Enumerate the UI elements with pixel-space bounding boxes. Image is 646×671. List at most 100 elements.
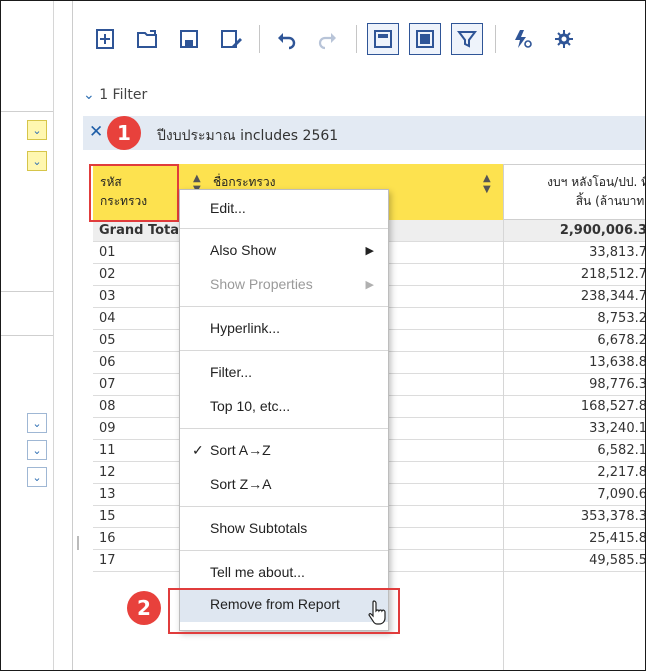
cell-code: Grand Tota — [99, 223, 179, 238]
cell-code: 03 — [99, 289, 116, 304]
prompt-dropdown-1[interactable]: ⌄ — [1, 120, 47, 142]
cell-value: 238,344.7 — [580, 289, 646, 304]
cell-code: 15 — [99, 509, 116, 524]
cell-code: 13 — [99, 487, 116, 502]
menu-separator — [180, 506, 388, 507]
cell-code: 04 — [99, 311, 116, 326]
cell-value: 353,378.3 — [580, 509, 646, 524]
save-button[interactable] — [173, 23, 205, 55]
remove-filter-icon[interactable]: ✕ — [89, 122, 103, 142]
cell-value: 25,415.8 — [589, 531, 646, 546]
prompt-dropdown-4[interactable]: ⌄ — [1, 440, 47, 462]
menu-item-sort-asc[interactable]: Sort A→Z — [210, 442, 271, 458]
submenu-arrow-icon: ▶ — [365, 279, 374, 291]
prompt-dropdown-5[interactable]: ⌄ — [1, 467, 47, 489]
cell-value: 6,678.2 — [597, 333, 646, 348]
save-as-icon — [221, 30, 242, 48]
menu-item-tell-me-about[interactable]: Tell me about... — [210, 564, 305, 580]
undo-icon — [278, 33, 296, 50]
cell-code: 02 — [99, 267, 116, 282]
undo-button[interactable] — [270, 23, 302, 55]
insert-button[interactable] — [89, 23, 121, 55]
cell-value: 33,240.1 — [589, 421, 646, 436]
menu-item-sort-desc[interactable]: Sort Z→A — [210, 476, 271, 492]
menu-item-top10[interactable]: Top 10, etc... — [210, 398, 290, 414]
filter-expression[interactable]: ปีงบประมาณ includes 2561 — [157, 125, 338, 147]
step-badge: 2 — [127, 591, 161, 625]
chevron-down-icon[interactable]: ⌄ — [27, 120, 47, 140]
hand-cursor-icon — [368, 600, 386, 625]
filter-button[interactable] — [451, 23, 483, 55]
save-icon — [180, 30, 198, 48]
page-layout-icon — [416, 30, 434, 48]
cell-code: 11 — [99, 443, 116, 458]
cell-value: 33,813.7 — [589, 245, 646, 260]
menu-item-filter[interactable]: Filter... — [210, 364, 252, 380]
toolbar — [89, 19, 580, 59]
menu-item-hyperlink[interactable]: Hyperlink... — [210, 320, 280, 336]
cell-code: 17 — [99, 553, 116, 568]
prompt-dropdown-2[interactable]: ⌄ — [1, 151, 47, 173]
cell-value: 2,900,006.3 — [559, 223, 646, 238]
menu-item-also-show[interactable]: Also Show — [210, 242, 276, 258]
cell-code: 12 — [99, 465, 116, 480]
step-badge: 1 — [107, 116, 141, 150]
cell-value: 2,217.8 — [597, 465, 646, 480]
chevron-down-icon[interactable]: ⌄ — [27, 467, 47, 487]
cell-code: 09 — [99, 421, 116, 436]
cell-code: 06 — [99, 355, 116, 370]
menu-separator — [180, 350, 388, 351]
insert-icon — [96, 29, 114, 49]
check-icon: ✓ — [192, 442, 204, 458]
cell-value: 7,090.6 — [597, 487, 646, 502]
app-window: ⌄ ⌄ ⌄ ⌄ ⌄ ⌄ 1 Filter ✕ ปีงบประมาณ includ… — [0, 0, 646, 671]
open-icon — [137, 30, 157, 48]
prompt-dropdown-3[interactable]: ⌄ — [1, 413, 47, 435]
submenu-arrow-icon: ▶ — [365, 245, 374, 257]
settings-button[interactable] — [548, 23, 580, 55]
cell-value: 98,776.3 — [589, 377, 646, 392]
cell-value: 13,638.8 — [589, 355, 646, 370]
menu-item-show-subtotals[interactable]: Show Subtotals — [210, 520, 307, 536]
settings-icon — [555, 30, 573, 48]
toolbar-separator — [259, 25, 260, 53]
cell-value: 49,585.5 — [589, 553, 646, 568]
menu-item-edit[interactable]: Edit... — [210, 200, 246, 216]
menu-separator — [180, 550, 388, 551]
resize-grip[interactable] — [77, 536, 79, 550]
menu-item-show-properties: Show Properties — [210, 276, 313, 292]
cell-value: 168,527.8 — [580, 399, 646, 414]
cell-code: 08 — [99, 399, 116, 414]
panel-splitter[interactable] — [72, 1, 73, 670]
chevron-down-icon[interactable]: ⌄ — [27, 440, 47, 460]
menu-separator — [180, 228, 388, 229]
page-layout-button[interactable] — [409, 23, 441, 55]
lightning-button[interactable] — [506, 23, 538, 55]
chevron-down-icon[interactable]: ⌄ — [27, 151, 47, 171]
filter-icon — [457, 31, 477, 48]
redo-icon — [318, 33, 336, 50]
menu-separator — [180, 428, 388, 429]
cell-code: 01 — [99, 245, 116, 260]
redo-button[interactable] — [312, 23, 344, 55]
divider — [1, 335, 53, 336]
layout-button[interactable] — [367, 23, 399, 55]
left-panel: ⌄ ⌄ ⌄ ⌄ ⌄ — [1, 1, 54, 670]
column-divider — [503, 220, 504, 670]
sort-icon[interactable]: ▲▼ — [483, 173, 491, 195]
save-as-button[interactable] — [215, 23, 247, 55]
chevron-down-icon[interactable]: ⌄ — [27, 413, 47, 433]
divider — [1, 291, 53, 292]
toolbar-separator — [356, 25, 357, 53]
cell-value: 218,512.7 — [580, 267, 646, 282]
chevron-down-icon: ⌄ — [83, 87, 100, 103]
divider — [1, 111, 53, 112]
lightning-icon — [515, 30, 532, 48]
context-menu: Edit... Also Show ▶ Show Properties ▶ Hy… — [179, 189, 389, 631]
filter-toggle[interactable]: ⌄ 1 Filter — [83, 87, 147, 103]
cell-code: 16 — [99, 531, 116, 546]
open-button[interactable] — [131, 23, 163, 55]
cell-code: 07 — [99, 377, 116, 392]
highlight-box — [89, 164, 179, 222]
header-budget-label: งบฯ หลังโอน/ปป. ที่ สิ้น (ล้านบาท) — [547, 175, 646, 208]
